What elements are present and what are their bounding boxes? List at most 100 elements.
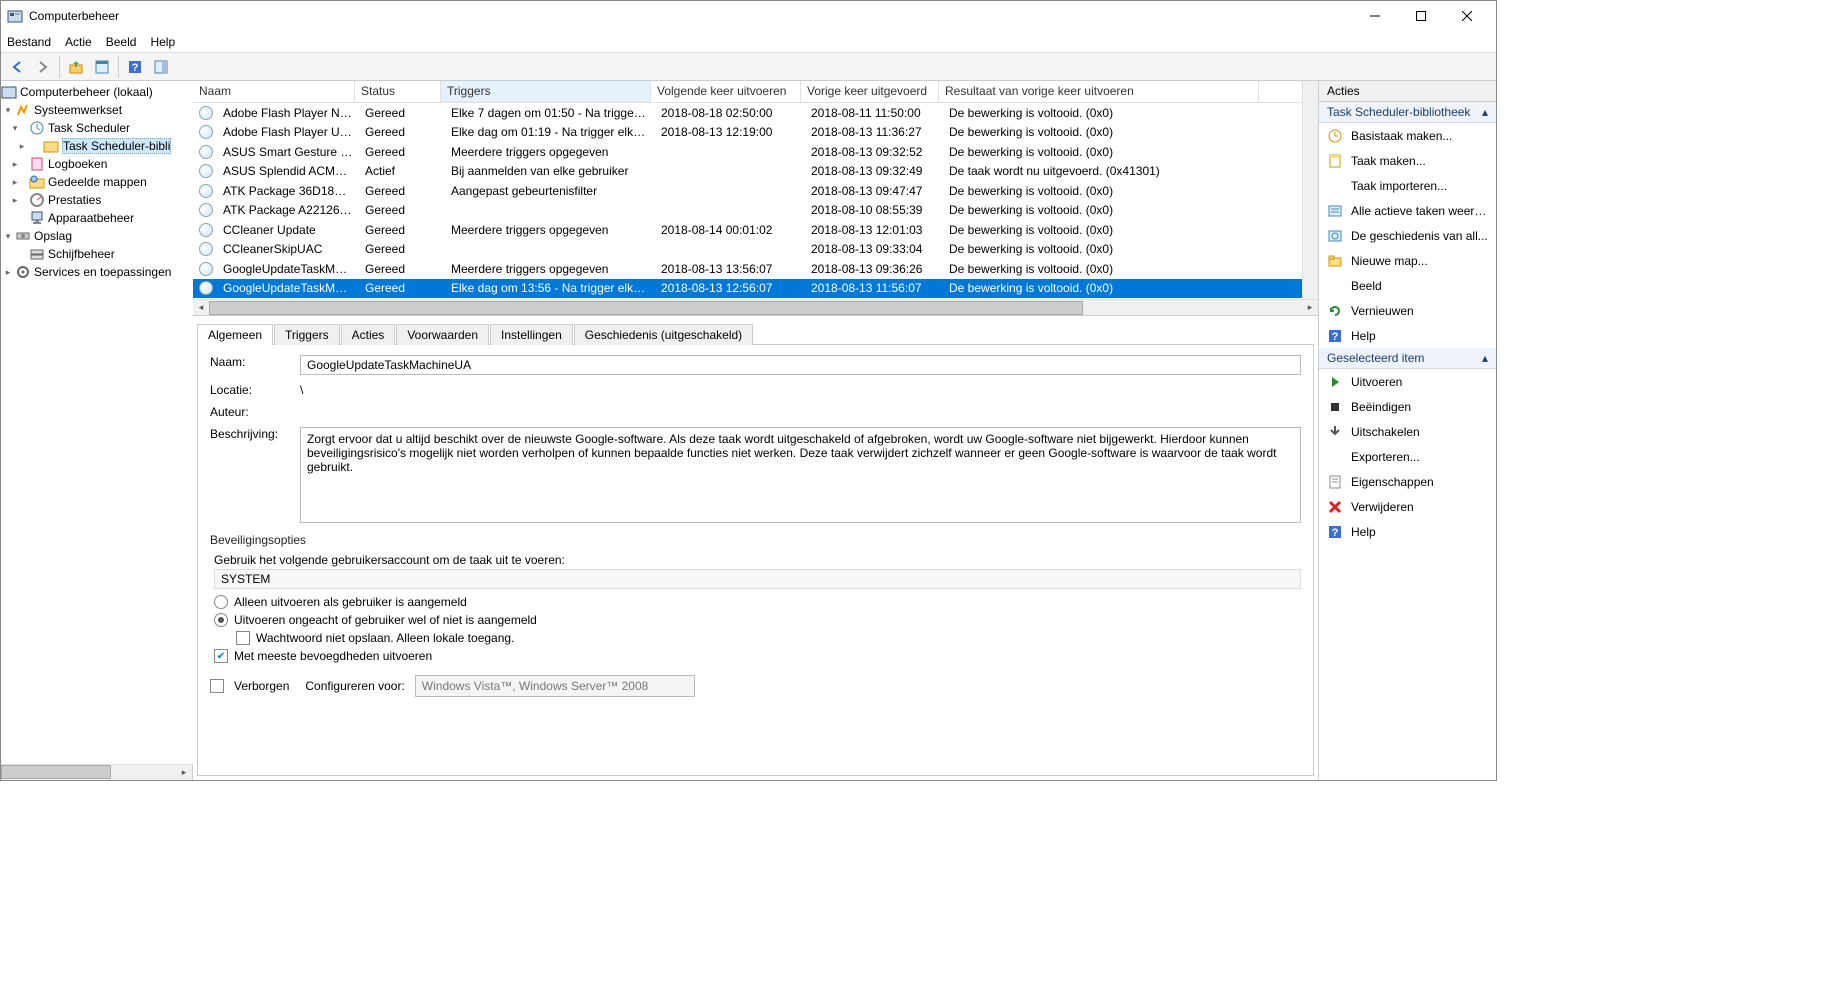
grid-vscrollbar[interactable] [1302, 81, 1318, 299]
grid-hscrollbar[interactable]: ◂▸ [193, 299, 1318, 315]
cell-result: De bewerking is voltooid. (0x0) [943, 281, 1263, 295]
tab-conditions[interactable]: Voorwaarden [396, 324, 489, 345]
task-row[interactable]: Adobe Flash Player NPA...GereedElke 7 da… [193, 103, 1302, 123]
task-row[interactable]: GoogleUpdateTaskMac...GereedElke dag om … [193, 279, 1302, 299]
field-description[interactable]: Zorgt ervoor dat u altijd beschikt over … [300, 427, 1301, 523]
col-result[interactable]: Resultaat van vorige keer uitvoeren [939, 81, 1259, 102]
action-item[interactable]: Nieuwe map... [1319, 248, 1496, 273]
nav-tree[interactable]: Computerbeheer (lokaal) ▾Systeemwerkset … [1, 81, 193, 764]
configure-for-dropdown[interactable]: Windows Vista™, Windows Server™ 2008 [415, 675, 695, 697]
task-row[interactable]: Adobe Flash Player Upd...GereedElke dag … [193, 123, 1302, 143]
action-item[interactable]: Beeld [1319, 273, 1496, 298]
action-item[interactable]: ?Help [1319, 519, 1496, 544]
menu-help[interactable]: Help [150, 35, 175, 49]
tab-general[interactable]: Algemeen [197, 324, 273, 345]
action-item[interactable]: Alle actieve taken weerg... [1319, 198, 1496, 223]
show-pane-button[interactable] [149, 55, 173, 79]
list-icon [1327, 203, 1343, 219]
properties-button[interactable] [90, 55, 114, 79]
tree-logboeken[interactable]: ▸Logboeken [1, 155, 193, 173]
action-item[interactable]: Verwijderen [1319, 494, 1496, 519]
forward-button[interactable] [31, 55, 55, 79]
tree-apparaatbeheer[interactable]: Apparaatbeheer [1, 209, 193, 227]
radio-regardless[interactable] [214, 613, 228, 627]
clock-icon [199, 262, 213, 276]
close-button[interactable] [1444, 1, 1490, 31]
menu-action[interactable]: Actie [65, 35, 92, 49]
action-item[interactable]: Uitschakelen [1319, 419, 1496, 444]
task-row[interactable]: CCleaner UpdateGereedMeerdere triggers o… [193, 220, 1302, 240]
label-location: Locatie: [210, 383, 300, 397]
tree-prestaties[interactable]: ▸Prestaties [1, 191, 193, 209]
col-next[interactable]: Volgende keer uitvoeren [651, 81, 801, 102]
check-hidden[interactable] [210, 679, 224, 693]
label-name: Naam: [210, 355, 300, 375]
cell-status: Gereed [359, 184, 445, 198]
minimize-button[interactable] [1352, 1, 1398, 31]
tab-actions[interactable]: Acties [341, 324, 396, 345]
cell-next: 2018-08-13 13:56:07 [655, 262, 805, 276]
task-row[interactable]: GoogleUpdateTaskMac...GereedMeerdere tri… [193, 259, 1302, 279]
task-row[interactable]: CCleanerSkipUACGereed2018-08-13 09:33:04… [193, 240, 1302, 260]
security-account-label: Gebruik het volgende gebruikersaccount o… [214, 553, 1301, 567]
help-icon: ? [1327, 524, 1343, 540]
check-highest-priv[interactable] [214, 649, 228, 663]
tree-task-scheduler-library[interactable]: ▸Task Scheduler-bibli [1, 137, 193, 155]
col-status[interactable]: Status [355, 81, 441, 102]
tab-settings[interactable]: Instellingen [490, 324, 573, 345]
action-item[interactable]: De geschiedenis van all... [1319, 223, 1496, 248]
radio-logged-on[interactable] [214, 595, 228, 609]
tab-triggers[interactable]: Triggers [274, 324, 340, 345]
action-item[interactable]: ?Help [1319, 323, 1496, 348]
task-row[interactable]: ATK Package 36D18D69...GereedAangepast g… [193, 181, 1302, 201]
col-name[interactable]: Naam [193, 81, 355, 102]
cell-prev: 2018-08-13 09:36:26 [805, 262, 943, 276]
action-item[interactable]: Uitvoeren [1319, 369, 1496, 394]
col-prev[interactable]: Vorige keer uitgevoerd [801, 81, 939, 102]
field-name[interactable]: GoogleUpdateTaskMachineUA [300, 355, 1301, 375]
details-pane: Algemeen Triggers Acties Voorwaarden Ins… [193, 316, 1318, 780]
tree-hscrollbar[interactable]: ▸ [1, 764, 192, 780]
action-item[interactable]: Taak maken... [1319, 148, 1496, 173]
tree-opslag[interactable]: ▾Opslag [1, 227, 193, 245]
action-item[interactable]: Exporteren... [1319, 444, 1496, 469]
cell-name: ASUS Smart Gesture Lau... [217, 145, 359, 159]
action-item[interactable]: Taak importeren... [1319, 173, 1496, 198]
cell-name: Adobe Flash Player NPA... [217, 106, 359, 120]
cell-status: Gereed [359, 106, 445, 120]
help-button[interactable]: ? [123, 55, 147, 79]
actions-group-selected[interactable]: Geselecteerd item▴ [1319, 348, 1496, 369]
tab-history[interactable]: Geschiedenis (uitgeschakeld) [574, 324, 753, 345]
clock-icon [199, 184, 213, 198]
check-no-password[interactable] [236, 631, 250, 645]
action-item[interactable]: Beëindigen [1319, 394, 1496, 419]
task-grid: Naam Status Triggers Volgende keer uitvo… [193, 81, 1318, 316]
titlebar: Computerbeheer [1, 1, 1496, 31]
tree-schijfbeheer[interactable]: Schijfbeheer [1, 245, 193, 263]
back-button[interactable] [5, 55, 29, 79]
refresh-icon [1327, 303, 1343, 319]
menu-file[interactable]: Bestand [7, 35, 51, 49]
menu-view[interactable]: Beeld [106, 35, 137, 49]
col-triggers[interactable]: Triggers [441, 81, 651, 102]
tree-systeem[interactable]: ▾Systeemwerkset [1, 101, 193, 119]
tree-root[interactable]: Computerbeheer (lokaal) [1, 83, 193, 101]
task-row[interactable]: ASUS Splendid ACMONActiefBij aanmelden v… [193, 162, 1302, 182]
tree-services[interactable]: ▸Services en toepassingen [1, 263, 193, 281]
grid-body[interactable]: Adobe Flash Player NPA...GereedElke 7 da… [193, 103, 1302, 299]
task-row[interactable]: ATK Package A22126881Gereed2018-08-10 08… [193, 201, 1302, 221]
cell-result: De bewerking is voltooid. (0x0) [943, 262, 1263, 276]
tree-task-scheduler[interactable]: ▾Task Scheduler [1, 119, 193, 137]
maximize-button[interactable] [1398, 1, 1444, 31]
tree-gedeelde-mappen[interactable]: ▸Gedeelde mappen [1, 173, 193, 191]
cell-name: ASUS Splendid ACMON [217, 164, 359, 178]
action-item[interactable]: Eigenschappen [1319, 469, 1496, 494]
svg-text:?: ? [1332, 331, 1339, 343]
actions-group-library[interactable]: Task Scheduler-bibliotheek▴ [1319, 102, 1496, 123]
action-item[interactable]: Vernieuwen [1319, 298, 1496, 323]
cell-name: ATK Package A22126881 [217, 203, 359, 217]
action-item[interactable]: Basistaak maken... [1319, 123, 1496, 148]
up-button[interactable] [64, 55, 88, 79]
cell-trigger: Aangepast gebeurtenisfilter [445, 184, 655, 198]
task-row[interactable]: ASUS Smart Gesture Lau...GereedMeerdere … [193, 142, 1302, 162]
